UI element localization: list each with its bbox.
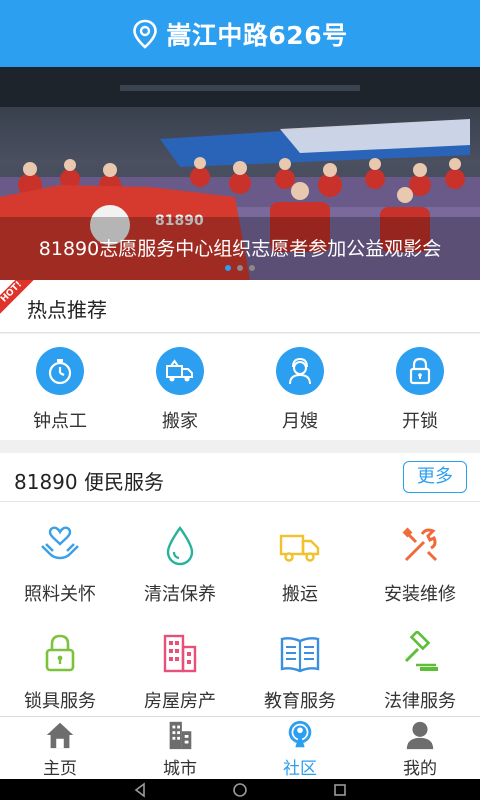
services-title: 81890 便民服务 bbox=[14, 470, 164, 494]
service-housing[interactable]: 房屋房产 bbox=[120, 609, 240, 716]
service-label: 房屋房产 bbox=[144, 691, 216, 712]
service-label: 法律服务 bbox=[384, 691, 456, 712]
hot-item-nanny[interactable]: 月嫂 bbox=[240, 334, 360, 440]
service-label: 照料关怀 bbox=[24, 584, 96, 605]
nanny-icon bbox=[276, 347, 324, 395]
recents-icon[interactable] bbox=[332, 782, 348, 798]
nav-profile[interactable]: 我的 bbox=[360, 717, 480, 779]
book-icon bbox=[280, 637, 320, 673]
hot-item-label: 月嫂 bbox=[282, 411, 318, 432]
building-icon bbox=[163, 634, 197, 673]
back-icon[interactable] bbox=[132, 781, 148, 798]
service-label: 清洁保养 bbox=[144, 584, 216, 605]
service-care[interactable]: 照料关怀 bbox=[0, 502, 120, 609]
service-cleaning[interactable]: 清洁保养 bbox=[120, 502, 240, 609]
hot-section-header: HOT! 热点推荐 bbox=[0, 280, 480, 333]
nav-city[interactable]: 城市 bbox=[120, 717, 240, 779]
home-icon bbox=[46, 722, 74, 749]
nav-label: 我的 bbox=[403, 759, 437, 779]
service-repair[interactable]: 安装维修 bbox=[360, 502, 480, 609]
hot-item-moving[interactable]: 搬家 bbox=[120, 334, 240, 440]
service-label: 安装维修 bbox=[384, 584, 456, 605]
banner-carousel[interactable]: 81890 81890志愿服务中心组织志愿者参加公益观影会 bbox=[0, 67, 480, 280]
top-header: 嵩江中路626号 bbox=[0, 0, 480, 67]
nav-label: 社区 bbox=[283, 759, 317, 779]
water-drop-icon bbox=[166, 525, 194, 566]
services-header: 81890 便民服务 更多 bbox=[0, 453, 480, 502]
service-education[interactable]: 教育服务 bbox=[240, 609, 360, 716]
carousel-dot[interactable] bbox=[237, 265, 243, 271]
carousel-dot[interactable] bbox=[225, 265, 231, 271]
more-button[interactable]: 更多 bbox=[403, 461, 467, 493]
carousel-dots bbox=[0, 265, 480, 271]
community-icon bbox=[288, 720, 312, 748]
nav-community[interactable]: 社区 bbox=[240, 717, 360, 779]
nav-label: 主页 bbox=[43, 759, 77, 779]
care-hands-icon bbox=[41, 526, 79, 560]
location-title[interactable]: 嵩江中路626号 bbox=[166, 16, 347, 52]
hot-section-title: 热点推荐 bbox=[27, 298, 107, 322]
nav-home[interactable]: 主页 bbox=[0, 717, 120, 779]
moving-truck-icon bbox=[156, 347, 204, 395]
hot-grid: 钟点工 搬家 月嫂 开锁 bbox=[0, 334, 480, 440]
hot-item-label: 开锁 bbox=[402, 411, 438, 432]
hot-item-hourly-worker[interactable]: 钟点工 bbox=[0, 334, 120, 440]
services-grid: 照料关怀 清洁保养 搬运 安装维修 锁具服务 房屋房产 教育服务 法律服务 bbox=[0, 502, 480, 716]
service-locks[interactable]: 锁具服务 bbox=[0, 609, 120, 716]
nav-label: 城市 bbox=[163, 759, 197, 779]
stopwatch-icon bbox=[36, 347, 84, 395]
home-button-icon[interactable] bbox=[232, 782, 248, 798]
banner-caption: 81890志愿服务中心组织志愿者参加公益观影会 bbox=[39, 238, 441, 260]
service-label: 教育服务 bbox=[264, 691, 336, 712]
city-icon bbox=[169, 721, 192, 750]
padlock-icon bbox=[45, 634, 75, 672]
banner-photo: 81890 81890志愿服务中心组织志愿者参加公益观影会 bbox=[0, 67, 480, 280]
service-label: 搬运 bbox=[282, 584, 318, 605]
location-pin-icon bbox=[133, 19, 158, 49]
app-screen: 嵩江中路626号 81890 81890志愿服务中心组织志愿者参加公益观影会 H… bbox=[0, 0, 480, 800]
service-transport[interactable]: 搬运 bbox=[240, 502, 360, 609]
service-label: 锁具服务 bbox=[24, 691, 96, 712]
system-nav-bar bbox=[0, 779, 480, 800]
carousel-dot[interactable] bbox=[249, 265, 255, 271]
repair-tools-icon bbox=[402, 527, 438, 562]
truck-icon bbox=[279, 534, 320, 562]
hot-item-unlock[interactable]: 开锁 bbox=[360, 334, 480, 440]
hot-item-label: 钟点工 bbox=[33, 411, 87, 432]
gavel-icon bbox=[404, 631, 438, 671]
bottom-nav: 主页 城市 社区 我的 bbox=[0, 716, 480, 779]
hot-item-label: 搬家 bbox=[162, 411, 198, 432]
lock-icon bbox=[396, 347, 444, 395]
service-legal[interactable]: 法律服务 bbox=[360, 609, 480, 716]
profile-icon bbox=[406, 721, 434, 750]
